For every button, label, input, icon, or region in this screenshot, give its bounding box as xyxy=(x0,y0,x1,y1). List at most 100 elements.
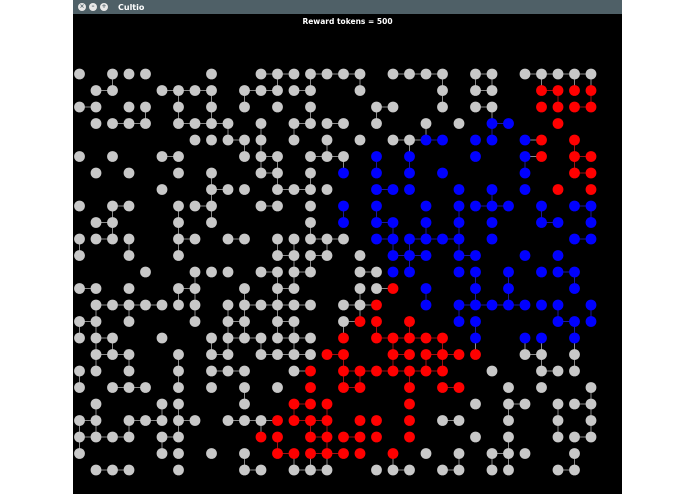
neutral-node[interactable] xyxy=(404,68,415,80)
neutral-node[interactable] xyxy=(189,415,201,426)
neutral-node[interactable] xyxy=(239,233,250,245)
neutral-node[interactable] xyxy=(255,118,267,129)
blue-node[interactable] xyxy=(536,299,547,311)
red-node[interactable] xyxy=(387,365,399,377)
neutral-node[interactable] xyxy=(74,151,85,162)
blue-node[interactable] xyxy=(470,151,481,162)
neutral-node[interactable] xyxy=(420,68,432,80)
red-node[interactable] xyxy=(453,382,465,393)
blue-node[interactable] xyxy=(552,299,564,311)
neutral-node[interactable] xyxy=(74,316,85,327)
neutral-node[interactable] xyxy=(255,415,267,426)
neutral-node[interactable] xyxy=(371,283,382,294)
neutral-node[interactable] xyxy=(288,233,300,245)
blue-node[interactable] xyxy=(503,118,514,129)
blue-node[interactable] xyxy=(453,266,465,278)
red-node[interactable] xyxy=(305,398,316,410)
neutral-node[interactable] xyxy=(173,448,184,459)
neutral-node[interactable] xyxy=(222,266,234,278)
neutral-node[interactable] xyxy=(173,382,184,393)
neutral-node[interactable] xyxy=(74,332,85,344)
neutral-node[interactable] xyxy=(272,316,283,327)
blue-node[interactable] xyxy=(486,200,498,212)
red-node[interactable] xyxy=(404,415,415,426)
blue-node[interactable] xyxy=(470,200,481,212)
neutral-node[interactable] xyxy=(255,134,267,146)
blue-node[interactable] xyxy=(387,233,399,245)
neutral-node[interactable] xyxy=(536,365,547,377)
neutral-node[interactable] xyxy=(585,431,597,443)
blue-node[interactable] xyxy=(552,217,564,228)
red-node[interactable] xyxy=(354,365,366,377)
neutral-node[interactable] xyxy=(338,151,349,162)
neutral-node[interactable] xyxy=(453,464,465,476)
blue-node[interactable] xyxy=(503,283,514,294)
neutral-node[interactable] xyxy=(140,118,151,129)
neutral-node[interactable] xyxy=(569,431,580,443)
red-node[interactable] xyxy=(371,415,382,426)
red-node[interactable] xyxy=(371,299,382,311)
neutral-node[interactable] xyxy=(74,250,85,261)
red-node[interactable] xyxy=(288,415,300,426)
neutral-node[interactable] xyxy=(173,250,184,261)
blue-node[interactable] xyxy=(585,200,597,212)
blue-node[interactable] xyxy=(519,167,531,179)
neutral-node[interactable] xyxy=(288,365,300,377)
neutral-node[interactable] xyxy=(503,382,514,393)
neutral-node[interactable] xyxy=(123,316,135,327)
neutral-node[interactable] xyxy=(123,415,135,426)
neutral-node[interactable] xyxy=(321,250,333,261)
red-node[interactable] xyxy=(552,101,564,113)
neutral-node[interactable] xyxy=(552,415,564,426)
neutral-node[interactable] xyxy=(470,85,481,96)
neutral-node[interactable] xyxy=(173,365,184,377)
red-node[interactable] xyxy=(536,101,547,113)
blue-node[interactable] xyxy=(503,299,514,311)
blue-node[interactable] xyxy=(470,332,481,344)
neutral-node[interactable] xyxy=(156,184,168,195)
neutral-node[interactable] xyxy=(470,101,481,113)
neutral-node[interactable] xyxy=(305,299,316,311)
blue-node[interactable] xyxy=(503,266,514,278)
neutral-node[interactable] xyxy=(321,118,333,129)
blue-node[interactable] xyxy=(387,184,399,195)
neutral-node[interactable] xyxy=(90,101,102,113)
neutral-node[interactable] xyxy=(288,349,300,360)
red-node[interactable] xyxy=(536,134,547,146)
neutral-node[interactable] xyxy=(486,68,498,80)
neutral-node[interactable] xyxy=(206,167,217,179)
neutral-node[interactable] xyxy=(437,101,448,113)
neutral-node[interactable] xyxy=(305,151,316,162)
neutral-node[interactable] xyxy=(255,266,267,278)
neutral-node[interactable] xyxy=(90,464,102,476)
neutral-node[interactable] xyxy=(371,101,382,113)
neutral-node[interactable] xyxy=(486,101,498,113)
neutral-node[interactable] xyxy=(189,266,201,278)
neutral-node[interactable] xyxy=(206,118,217,129)
neutral-node[interactable] xyxy=(90,217,102,228)
neutral-node[interactable] xyxy=(354,68,366,80)
red-node[interactable] xyxy=(404,382,415,393)
neutral-node[interactable] xyxy=(156,85,168,96)
neutral-node[interactable] xyxy=(206,382,217,393)
blue-node[interactable] xyxy=(569,200,580,212)
neutral-node[interactable] xyxy=(206,85,217,96)
neutral-node[interactable] xyxy=(569,398,580,410)
neutral-node[interactable] xyxy=(338,68,349,80)
red-node[interactable] xyxy=(404,332,415,344)
blue-node[interactable] xyxy=(569,316,580,327)
neutral-node[interactable] xyxy=(288,316,300,327)
neutral-node[interactable] xyxy=(338,118,349,129)
neutral-node[interactable] xyxy=(189,118,201,129)
neutral-node[interactable] xyxy=(173,398,184,410)
neutral-node[interactable] xyxy=(569,68,580,80)
blue-node[interactable] xyxy=(569,283,580,294)
minimize-button[interactable]: – xyxy=(89,3,97,11)
neutral-node[interactable] xyxy=(536,382,547,393)
blue-node[interactable] xyxy=(486,134,498,146)
blue-node[interactable] xyxy=(585,316,597,327)
blue-node[interactable] xyxy=(470,299,481,311)
red-node[interactable] xyxy=(272,431,283,443)
neutral-node[interactable] xyxy=(536,349,547,360)
neutral-node[interactable] xyxy=(569,349,580,360)
